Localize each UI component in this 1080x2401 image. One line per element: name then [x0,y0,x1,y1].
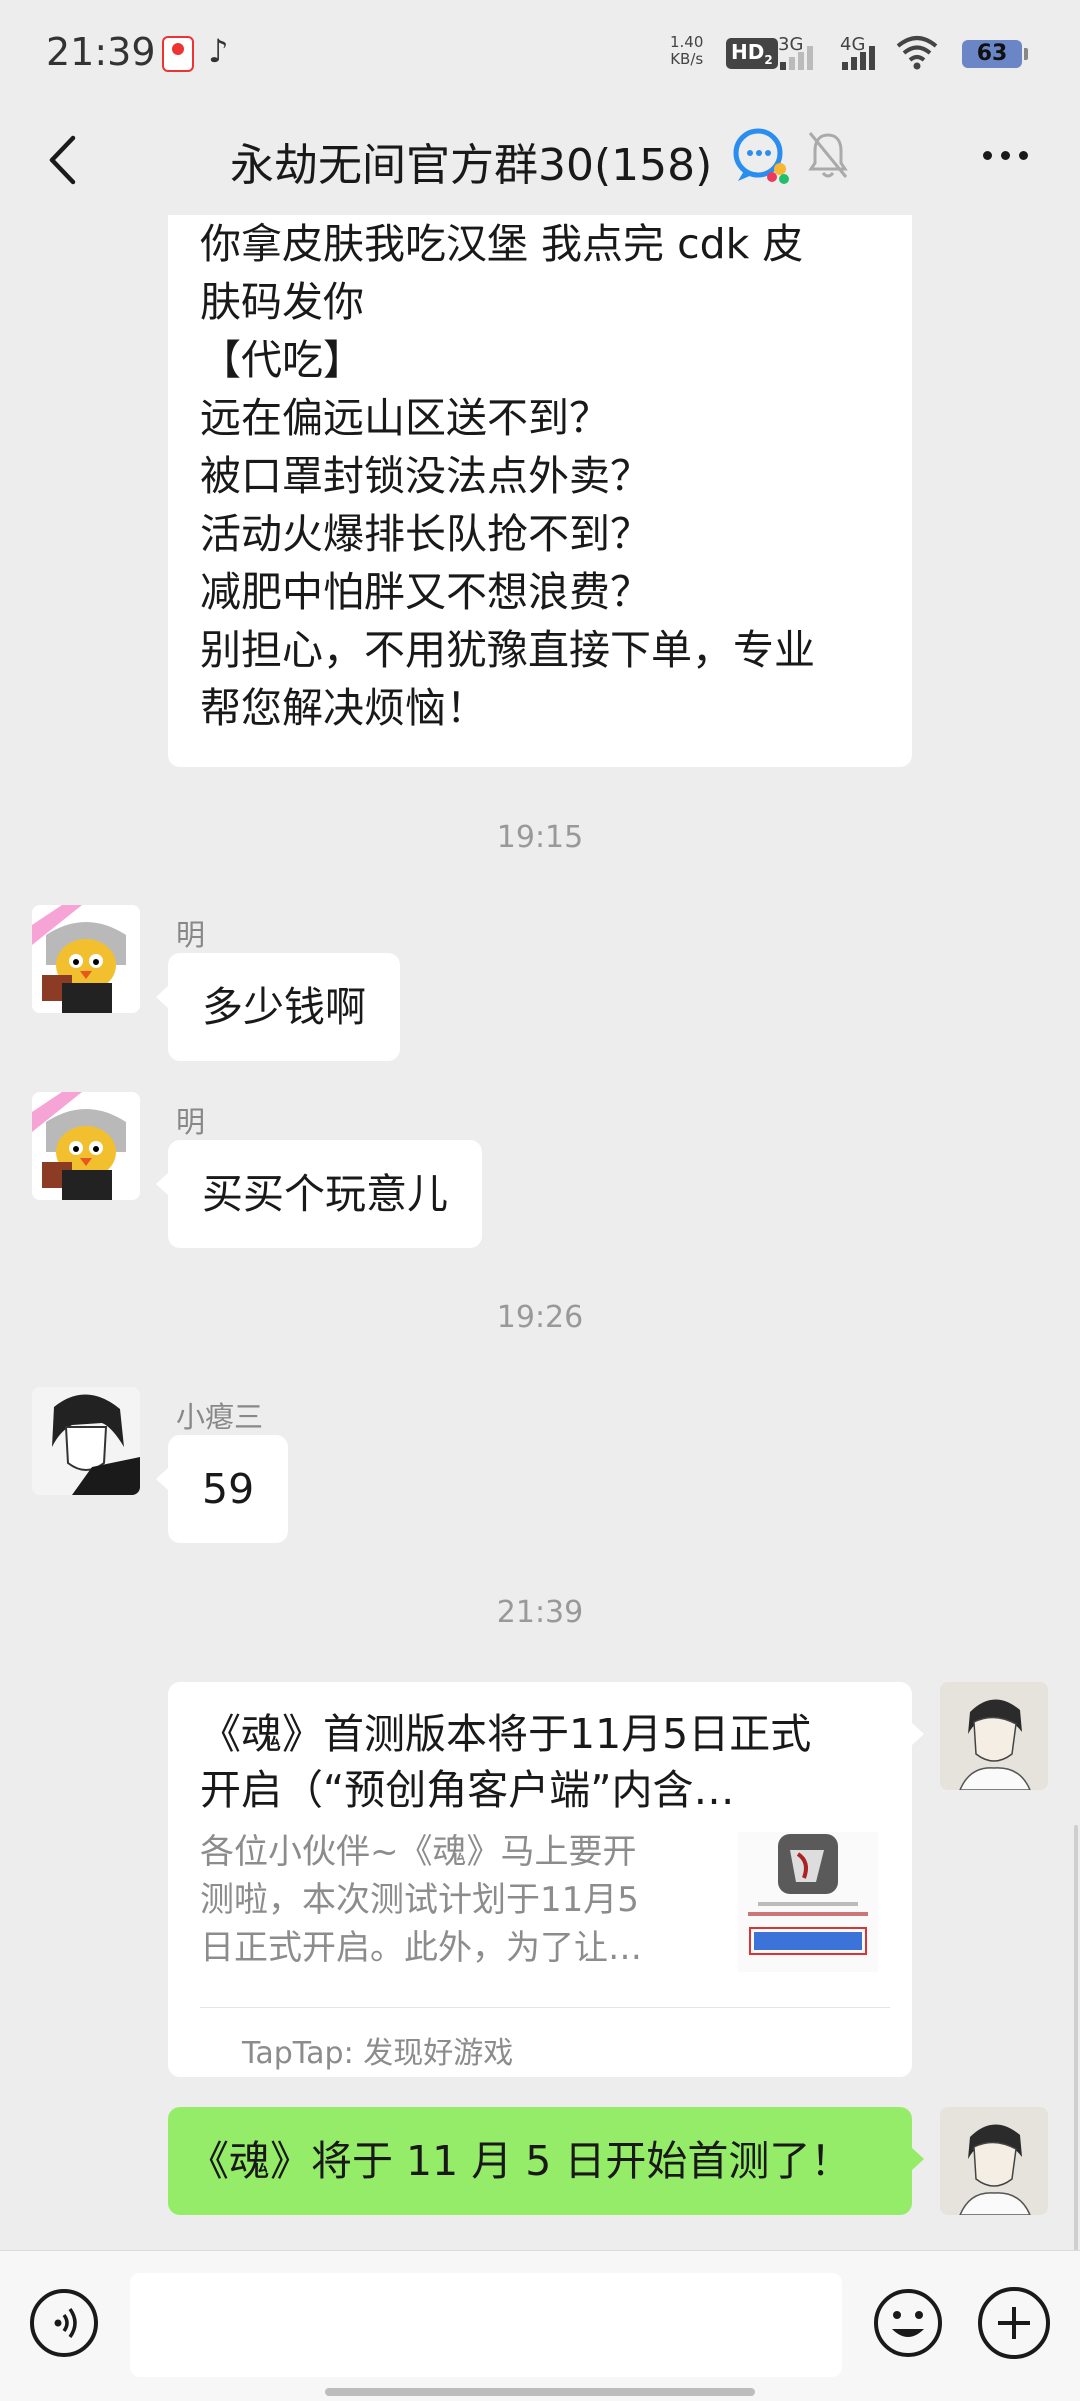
message-line: 你拿皮肤我吃汉堡 我点完 cdk 皮 [200,220,804,268]
avatar-xiaobiesan[interactable] [32,1387,140,1495]
link-card-title: 《魂》首测版本将于11月5日正式 开启（“预创角客户端”内含… [200,1706,890,1818]
message-line: 肤码发你 [200,278,364,326]
sender-name: 小瘪三 [176,1400,264,1434]
link-card-thumbnail [738,1832,878,1972]
more-functions-button[interactable] [978,2287,1050,2359]
message-list[interactable]: 你拿皮肤我吃汉堡 我点完 cdk 皮 肤码发你 【代吃】 远在偏远山区送不到？ … [0,215,1080,2250]
link-card-desc-line: 日正式开启。此外，为了让… [200,1928,642,1968]
message-line: 活动火爆排长队抢不到？ [200,510,651,558]
link-card-desc-line: 测啦，本次测试计划于11月5 [200,1880,639,1920]
avatar-ming[interactable] [32,1092,140,1200]
message-line: 别担心，不用犹豫直接下单，专业 [200,626,815,674]
signal-icon-3g [780,44,822,70]
sender-name: 明 [176,918,206,952]
message-text: 买买个玩意儿 [202,1170,448,1218]
link-card[interactable]: 《魂》首测版本将于11月5日正式 开启（“预创角客户端”内含… 各位小伙伴~《魂… [168,1682,924,2077]
more-options-icon[interactable] [975,135,1035,175]
link-card-source: TapTap: 发现好游戏 [242,2036,514,2071]
hd-sub: 2 [764,53,773,67]
message-input[interactable] [130,2273,842,2377]
message-text: 《魂》将于 11 月 5 日开始首测了！ [188,2137,852,2185]
message-line: 【代吃】 [200,336,364,384]
network-speed-value: 1.40 [670,33,704,51]
timestamp: 21:39 [496,1595,584,1630]
message-line: 远在偏远山区送不到？ [200,394,610,442]
link-card-title-line: 开启（“预创角客户端”内含… [200,1766,735,1814]
status-bar: 21:39 ♪ 1.40 KB/s HD2 3G 4G 63 [0,0,1080,105]
voice-input-button[interactable] [30,2289,98,2357]
input-bar [0,2250,1080,2401]
link-card-title-line: 《魂》首测版本将于11月5日正式 [200,1710,812,1758]
message-line: 减肥中怕胖又不想浪费？ [200,568,651,616]
link-card-divider [200,2007,890,2008]
sender-name: 明 [176,1105,206,1139]
link-card-description: 各位小伙伴~《魂》马上要开 测啦，本次测试计划于11月5 日正式开启。此外，为了… [200,1828,700,1972]
signal-icon-4g [842,44,884,70]
message-line: 被口罩封锁没法点外卖？ [200,452,651,500]
avatar-self[interactable] [940,2107,1048,2215]
tiktok-notification-icon: ♪ [208,32,229,70]
scrollbar-thumb[interactable] [1074,1825,1078,2250]
home-indicator[interactable] [325,2388,755,2396]
emoji-button[interactable] [872,2287,944,2359]
message-bubble[interactable]: 59 [155,1435,289,1543]
group-robot-icon[interactable] [730,125,792,187]
battery-icon: 63 [962,40,1028,68]
network-speed: 1.40 KB/s [670,34,703,68]
avatar-self[interactable] [940,1682,1048,1790]
group-title: 永劫无间官方群30(158) [230,140,713,191]
hd-label: HD [731,40,765,64]
avatar-ming[interactable] [32,905,140,1013]
message-bubble-self[interactable]: 《魂》将于 11 月 5 日开始首测了！ [168,2107,924,2215]
message-bubble[interactable]: 买买个玩意儿 [156,1140,482,1248]
timestamp: 19:26 [496,1300,584,1335]
message-text: 多少钱啊 [202,983,366,1031]
message-bubble[interactable]: 多少钱啊 [156,953,400,1061]
link-card-desc-line: 各位小伙伴~《魂》马上要开 [200,1832,637,1872]
chat-header: 永劫无间官方群30(158) [0,105,1080,215]
network-speed-unit: KB/s [670,50,704,68]
timestamp: 19:15 [496,820,584,855]
message-text: 59 [202,1465,255,1513]
app-notification-icon [162,36,194,72]
mute-bell-icon [808,132,848,178]
message-line: 帮您解决烦恼！ [200,684,487,732]
hd-voice-icon: HD2 [726,38,778,69]
message-bubble-long[interactable]: 你拿皮肤我吃汉堡 我点完 cdk 皮 肤码发你 【代吃】 远在偏远山区送不到？ … [168,215,912,767]
back-icon[interactable] [32,125,92,195]
status-time: 21:39 [46,30,156,74]
wifi-icon [896,36,938,70]
